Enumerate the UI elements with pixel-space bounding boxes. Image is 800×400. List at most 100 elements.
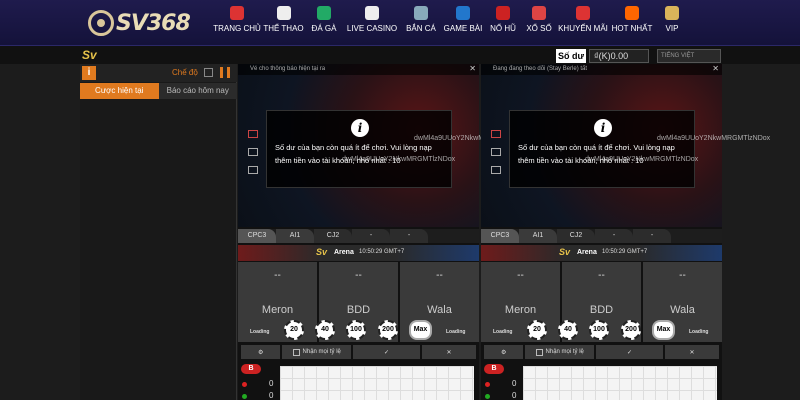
brand-name: SV368 [116, 10, 191, 36]
soccer-ball-icon [276, 6, 291, 20]
arena-bar: Sv Arena 10:50:29 GMT+7 [238, 245, 479, 261]
language-select[interactable]: TIẾNG VIỆT [657, 49, 721, 63]
logo-emblem-icon [88, 10, 114, 36]
chip-100[interactable]: 100 [346, 320, 366, 340]
low-balance-message: Số dư của bạn còn quá ít để chơi. Vui lò… [275, 143, 432, 165]
chip-200[interactable]: 200 [621, 320, 641, 340]
brand-logo[interactable]: SV368 [88, 8, 198, 38]
chip-40[interactable]: 40 [315, 320, 335, 340]
bet-name: Wala [670, 304, 695, 316]
bet-odds: -- [436, 270, 443, 281]
loading-label: Loading [446, 329, 466, 335]
balance-button[interactable]: Số dư [556, 49, 586, 63]
accept-odds-label: Nhận mọi tỷ lệ [545, 349, 584, 355]
settings-button[interactable]: ⚙ [484, 345, 524, 359]
cancel-button[interactable]: ✕ [421, 345, 476, 359]
bet-tabs: Cược hiện tại Báo cáo hôm nay [80, 83, 237, 99]
low-balance-dialog: i Số dư của bạn còn quá ít để chơi. Vui l… [509, 110, 695, 188]
settings-button[interactable]: ⚙ [241, 345, 281, 359]
video-title: Vé cho thông báo hiện tại ra [238, 64, 479, 75]
chip-40[interactable]: 40 [558, 320, 578, 340]
confirm-button[interactable]: ✓ [353, 345, 420, 359]
fullscreen-icon[interactable] [248, 166, 258, 174]
channel-tab[interactable]: CPC3 [481, 229, 519, 243]
chip-20[interactable]: 20 [527, 320, 547, 340]
speaker-icon[interactable] [248, 130, 258, 138]
cancel-button[interactable]: ✕ [664, 345, 719, 359]
close-icon[interactable]: ✕ [469, 64, 476, 73]
fire-icon [625, 6, 639, 20]
channel-tab[interactable]: - [595, 229, 633, 243]
close-icon[interactable]: ✕ [712, 64, 719, 73]
channel-tab[interactable]: - [633, 229, 671, 243]
channel-tab[interactable]: - [390, 229, 428, 243]
loading-label: Loading [250, 329, 270, 335]
channel-tab[interactable]: CJ2 [557, 229, 595, 243]
info-icon: i [351, 119, 369, 137]
menu-item-0[interactable]: TRANG CHỦ [212, 4, 262, 44]
menu-item-4[interactable]: BẮN CÁ [401, 4, 441, 44]
game-tile: Đang đang theo dõi (Stay Berle) tất ✕ i Số … [481, 64, 770, 400]
pause-icon[interactable] [220, 67, 230, 78]
mode-checkbox[interactable] [204, 68, 213, 77]
green-count: 0 [269, 391, 274, 400]
green-count: 0 [512, 391, 517, 400]
menu-item-7[interactable]: XỔ SỐ [521, 4, 557, 44]
checkbox[interactable] [535, 348, 543, 356]
red-badge: B [241, 364, 261, 374]
bet-name: BDD [589, 304, 614, 316]
menu-item-2[interactable]: ĐÁ GÀ [305, 4, 343, 44]
menu-item-9[interactable]: HOT NHẤT [609, 4, 655, 44]
bet-odds: -- [355, 270, 362, 281]
menu-item-1[interactable]: THỂ THAO [262, 4, 305, 44]
stats-panel: B00 [481, 362, 722, 400]
menu-item-label: LIVE CASINO [346, 24, 398, 33]
close-icon: ✕ [689, 349, 695, 356]
menu-item-label: TRANG CHỦ [213, 24, 261, 33]
speaker-icon[interactable] [491, 130, 501, 138]
menu-item-8[interactable]: KHUYẾN MÃI [557, 4, 609, 44]
channel-tab[interactable]: CJ2 [314, 229, 352, 243]
arena-time: 10:50:29 GMT+7 [602, 249, 648, 255]
low-balance-message: Số dư của bạn còn quá ít để chơi. Vui lò… [518, 143, 675, 165]
chip-max[interactable]: Max [652, 320, 675, 340]
loading-label: Loading [493, 329, 513, 335]
dice-icon [456, 6, 470, 20]
chip-max[interactable]: Max [409, 320, 432, 340]
chat-icon[interactable] [491, 148, 501, 156]
chat-icon[interactable] [248, 148, 258, 156]
channel-tab[interactable]: AI1 [519, 229, 557, 243]
accept-odds-toggle[interactable]: Nhận mọi tỷ lệ [525, 345, 595, 359]
green-dot-icon [242, 394, 247, 399]
info-icon[interactable]: i [82, 66, 96, 80]
menu-item-label: NỔ HŨ [490, 24, 516, 33]
action-bar: ⚙ Nhận mọi tỷ lệ ✓ ✕ [238, 345, 479, 359]
menu-item-3[interactable]: LIVE CASINO [343, 4, 401, 44]
settings-icon: ⚙ [257, 349, 264, 356]
main-menu: TRANG CHỦ THỂ THAO ĐÁ GÀ LIVE CASINO BẮN CÁ G… [212, 4, 689, 44]
confirm-button[interactable]: ✓ [596, 345, 663, 359]
accept-odds-toggle[interactable]: Nhận mọi tỷ lệ [282, 345, 352, 359]
chip-200[interactable]: 200 [378, 320, 398, 340]
checkbox[interactable] [292, 348, 300, 356]
menu-item-label: VIP [665, 24, 679, 33]
red-badge: B [484, 364, 504, 374]
result-road [523, 366, 717, 400]
channel-tab[interactable]: - [352, 229, 390, 243]
menu-item-6[interactable]: NỔ HŨ [485, 4, 521, 44]
loading-label: Loading [689, 329, 709, 335]
bet-panel-header: i Chế độ [80, 64, 237, 82]
menu-item-5[interactable]: GAME BÀI [441, 4, 485, 44]
chip-row: Loading 20 40 100 200 Max Loading [481, 320, 722, 342]
channel-tab[interactable]: AI1 [276, 229, 314, 243]
top-navigation: SV368 TRANG CHỦ THỂ THAO ĐÁ GÀ LIVE CASINO B… [0, 0, 800, 46]
menu-item-10[interactable]: VIP [655, 4, 689, 44]
bet-name: Meron [504, 304, 537, 316]
settings-icon: ⚙ [500, 349, 507, 356]
tab-today-report[interactable]: Báo cáo hôm nay [158, 83, 237, 99]
chip-100[interactable]: 100 [589, 320, 609, 340]
tab-current-bets[interactable]: Cược hiện tại [80, 83, 159, 99]
chip-20[interactable]: 20 [284, 320, 304, 340]
fullscreen-icon[interactable] [491, 166, 501, 174]
channel-tab[interactable]: CPC3 [238, 229, 276, 243]
